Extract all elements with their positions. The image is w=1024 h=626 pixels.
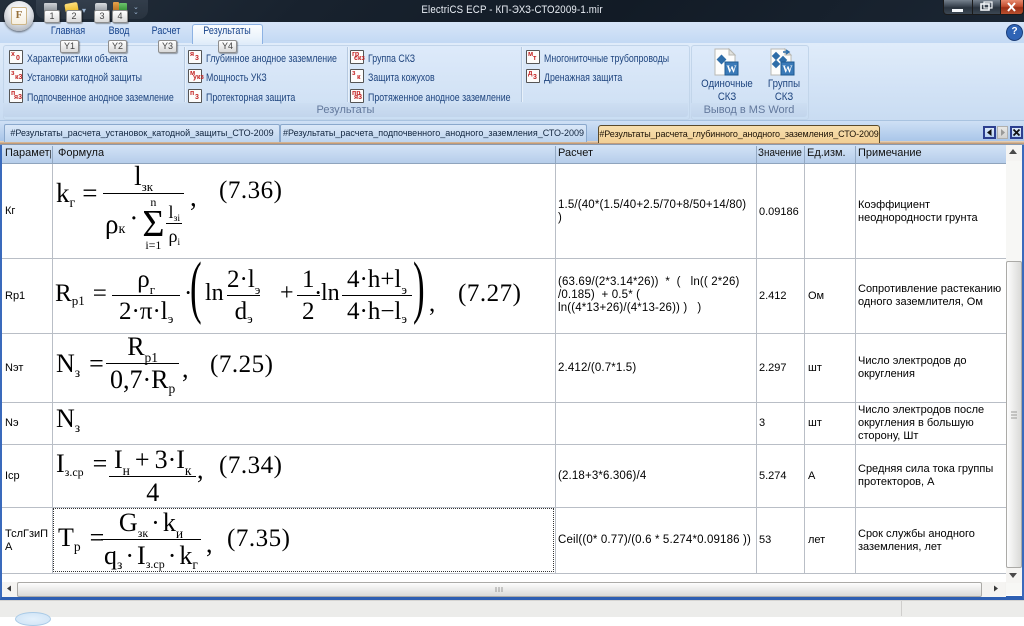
svg-text:W: W	[783, 65, 793, 76]
svg-text:W: W	[727, 65, 737, 76]
